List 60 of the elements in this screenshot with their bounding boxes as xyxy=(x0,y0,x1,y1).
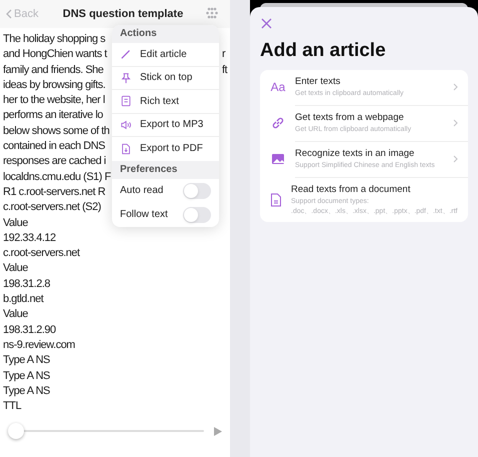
option-title: Read texts from a document xyxy=(291,182,412,196)
play-icon[interactable] xyxy=(214,426,222,436)
article-text: 198.31.2.8 xyxy=(3,278,50,290)
article-text: her to the website, her l xyxy=(3,94,105,106)
article-text: c.root-servers.net (S2) xyxy=(3,201,101,214)
document-icon xyxy=(270,192,282,207)
article-text: Value xyxy=(3,262,28,274)
article-text: ideas by browsing gifts. xyxy=(3,78,106,91)
menu-item[interactable]: Stick on top xyxy=(112,66,219,90)
article-text: contained in each DNS xyxy=(3,140,106,152)
article-text: r xyxy=(222,47,226,62)
article-text: family and friends. She xyxy=(3,64,104,76)
article-text: ns-9.review.com xyxy=(3,338,75,351)
article-text: R1 c.root-servers.net R xyxy=(3,186,106,198)
chevron-right-icon xyxy=(453,83,458,91)
section-header: Preferences xyxy=(112,160,219,178)
preference-label: Auto read xyxy=(120,184,164,198)
article-text: The holiday shopping s xyxy=(3,33,106,45)
article-text: c.root-servers.net xyxy=(3,247,80,260)
progress-slider[interactable] xyxy=(8,423,204,439)
text-icon: Aa xyxy=(270,78,286,96)
more-icon[interactable] xyxy=(205,7,219,21)
article-text: Type A NS xyxy=(3,370,50,382)
article-text: responses are cached i xyxy=(3,155,106,168)
menu-item[interactable]: Export to MP3 xyxy=(112,114,219,137)
link-icon xyxy=(271,116,285,130)
article-text: performs an iterative lo xyxy=(3,109,103,122)
article-text: TTL xyxy=(3,400,22,412)
menu-item[interactable]: Export to PDF xyxy=(112,137,219,160)
article-text: 192.33.4.12 xyxy=(3,232,56,244)
toggle-switch[interactable] xyxy=(183,206,211,222)
article-text: Value xyxy=(3,216,28,229)
article-text: Type A NS xyxy=(3,384,50,397)
slider-thumb[interactable] xyxy=(8,423,24,439)
chevron-right-icon xyxy=(453,155,458,163)
option-title: Enter texts xyxy=(295,74,342,89)
file-download-icon xyxy=(120,142,132,156)
screen-title: DNS question template xyxy=(62,6,184,22)
preference-label: Follow text xyxy=(120,208,168,222)
option-title: Get texts from a webpage xyxy=(295,110,405,125)
section-header: Actions xyxy=(112,25,219,43)
menu-item[interactable]: Rich text xyxy=(112,90,219,114)
document-icon xyxy=(120,94,132,108)
chevron-left-icon xyxy=(6,9,12,19)
menu-item[interactable]: Edit article xyxy=(112,43,219,66)
toggle-switch[interactable] xyxy=(183,182,211,198)
article-text: Type A NS xyxy=(3,354,50,366)
chevron-right-icon xyxy=(453,119,458,127)
article-text: below shows some of th xyxy=(3,124,110,137)
option-title: Recognize texts in an image xyxy=(295,146,416,161)
sheet-title: Add an article xyxy=(260,39,387,63)
image-icon xyxy=(271,153,285,165)
pin-icon xyxy=(120,70,132,85)
article-text: ft xyxy=(222,62,228,78)
article-text: b.gtld.net xyxy=(3,293,44,306)
article-text: 198.31.2.90 xyxy=(3,324,56,336)
close-icon[interactable] xyxy=(261,18,272,29)
article-text: localdns.cmu.edu (S1) F xyxy=(3,170,111,183)
article-text: and HongChien wants t xyxy=(3,48,107,60)
article-text: Value xyxy=(3,308,28,320)
